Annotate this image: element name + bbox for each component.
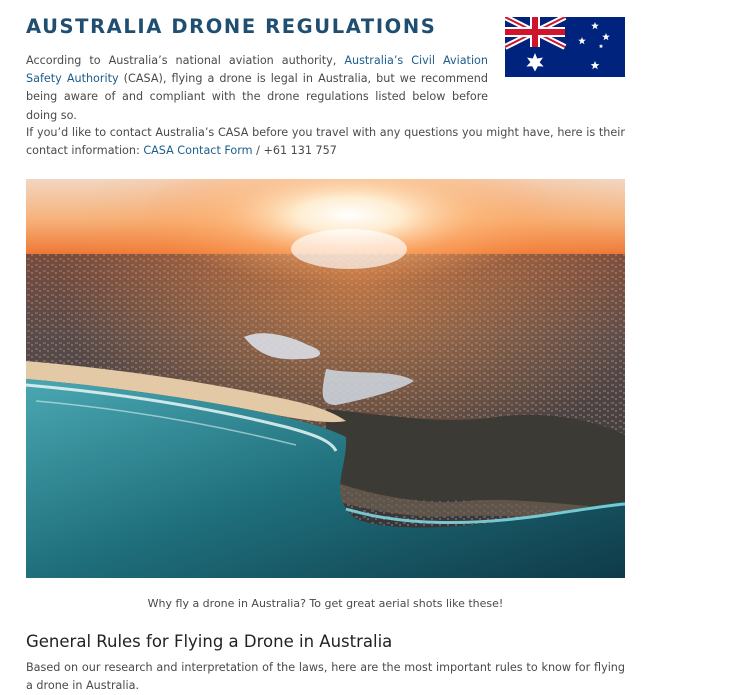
- casa-contact-form-link[interactable]: CASA Contact Form: [143, 144, 252, 157]
- australia-flag-icon: [505, 17, 625, 77]
- intro-text-start: According to Australia’s national aviati…: [26, 54, 345, 67]
- contact-phone: / +61 131 757: [252, 144, 337, 158]
- article: AUSTRALIA DRONE REGULATIONS According to…: [26, 0, 625, 692]
- intro-paragraph: According to Australia’s national aviati…: [26, 52, 488, 125]
- page-title: AUSTRALIA DRONE REGULATIONS: [26, 15, 437, 38]
- section-title: General Rules for Flying a Drone in Aust…: [26, 632, 393, 651]
- article-header: AUSTRALIA DRONE REGULATIONS According to…: [26, 0, 625, 122]
- contact-paragraph: If you’d like to contact Australia’s CAS…: [26, 124, 625, 160]
- photo-caption: Why fly a drone in Australia? To get gre…: [147, 597, 504, 610]
- section-paragraph: Based on our research and interpretation…: [26, 661, 625, 693]
- aerial-coastline-photo: [26, 179, 625, 578]
